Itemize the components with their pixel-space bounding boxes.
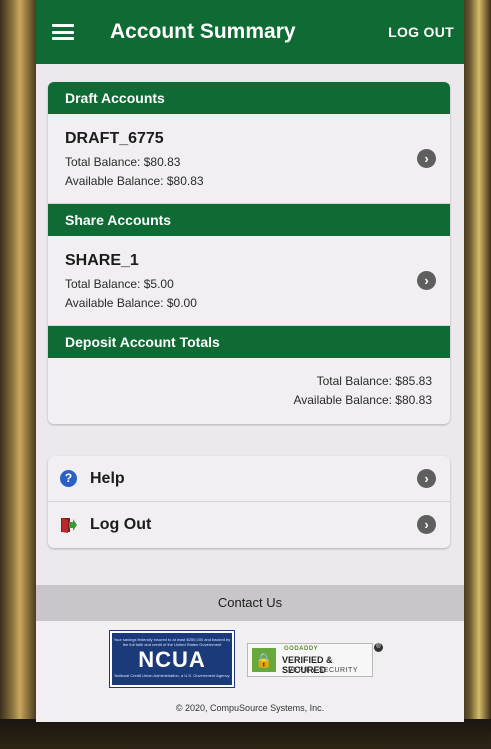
menu-item-logout[interactable]: Log Out › <box>48 502 450 548</box>
help-icon: ? <box>60 470 77 487</box>
chevron-right-icon[interactable]: › <box>417 270 436 290</box>
draft-accounts-heading: Draft Accounts <box>48 82 450 114</box>
chevron-right-icon[interactable]: › <box>417 148 436 168</box>
ncua-logo[interactable]: Your savings federally insured to at lea… <box>109 630 235 688</box>
logout-icon <box>60 516 78 534</box>
accounts-card: Draft Accounts DRAFT_6775 Total Balance:… <box>48 82 450 424</box>
total-balance: Total Balance: $5.00 <box>65 277 174 291</box>
lock-icon: 🔒 <box>252 648 276 672</box>
account-name: DRAFT_6775 <box>65 130 164 147</box>
available-balance: Available Balance: $80.83 <box>65 174 204 188</box>
copyright-text: © 2020, CompuSource Systems, Inc. <box>175 703 325 713</box>
app-screen: Account Summary LOG OUT Draft Accounts D… <box>36 0 464 722</box>
device-frame-left <box>0 0 36 749</box>
totals-total-balance: Total Balance: $85.83 <box>316 374 432 388</box>
share-accounts-heading: Share Accounts <box>48 204 450 236</box>
main-content: Draft Accounts DRAFT_6775 Total Balance:… <box>36 64 464 548</box>
chevron-right-icon[interactable]: › <box>417 515 436 534</box>
footer: Your savings federally insured to at lea… <box>36 621 464 722</box>
account-row-draft[interactable]: DRAFT_6775 Total Balance: $80.83 Availab… <box>48 114 450 204</box>
app-bar: Account Summary LOG OUT <box>36 0 464 64</box>
ncua-fine-print-bottom: National Credit Union Administration, a … <box>114 673 230 678</box>
device-frame-bottom <box>0 719 491 749</box>
hamburger-menu-icon[interactable] <box>52 24 74 40</box>
seal-subtitle: VERIFY SECURITY <box>288 667 358 674</box>
account-row-share[interactable]: SHARE_1 Total Balance: $5.00 Available B… <box>48 236 450 326</box>
deposit-totals-heading: Deposit Account Totals <box>48 326 450 358</box>
contact-us-link[interactable]: Contact Us <box>36 585 464 621</box>
ncua-fine-print-top: Your savings federally insured to at lea… <box>113 637 231 647</box>
device-frame-right <box>461 0 491 749</box>
deposit-totals: Total Balance: $85.83 Available Balance:… <box>48 358 450 424</box>
menu-card: ? Help › Log Out › <box>48 456 450 548</box>
menu-item-label: Log Out <box>90 516 152 533</box>
page-title: Account Summary <box>110 20 296 43</box>
chevron-right-icon[interactable]: › <box>417 468 436 488</box>
totals-available-balance: Available Balance: $80.83 <box>293 393 432 407</box>
ncua-label: NCUA <box>138 647 206 672</box>
available-balance: Available Balance: $0.00 <box>65 296 197 310</box>
menu-item-help[interactable]: ? Help › <box>48 456 450 502</box>
menu-item-label: Help <box>90 469 125 487</box>
total-balance: Total Balance: $80.83 <box>65 155 181 169</box>
logout-button[interactable]: LOG OUT <box>388 24 454 40</box>
godaddy-seal[interactable]: 🔒 GODADDY VERIFIED & SECURED VERIFY SECU… <box>247 643 373 677</box>
registered-mark-icon: ® <box>374 643 383 652</box>
account-name: SHARE_1 <box>65 252 139 269</box>
seal-brand: GODADDY <box>284 646 319 652</box>
